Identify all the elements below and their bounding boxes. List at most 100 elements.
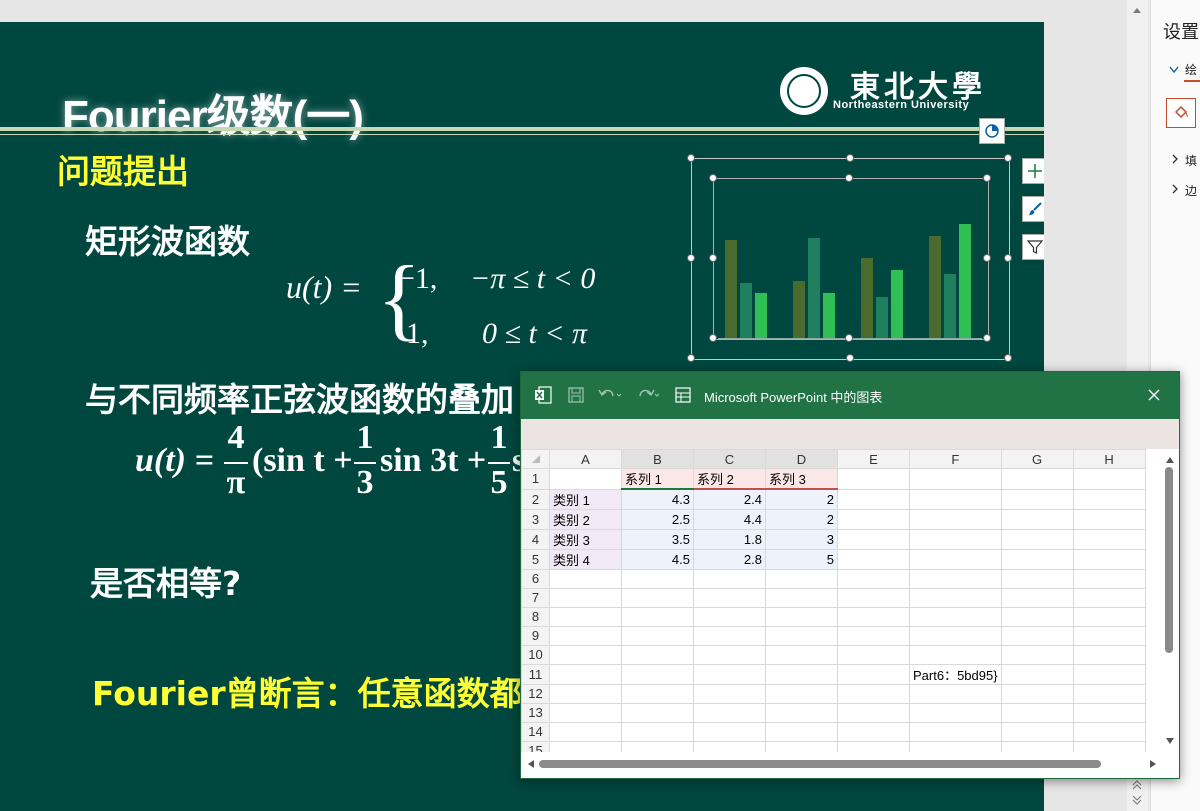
sheet-cell[interactable] — [693, 721, 766, 742]
column-header[interactable]: B — [621, 449, 694, 469]
sheet-cell[interactable] — [837, 548, 910, 570]
row-header[interactable]: 12 — [521, 683, 550, 704]
column-header[interactable]: F — [909, 449, 1002, 469]
sheet-cell[interactable] — [1072, 606, 1146, 627]
sheet-cell[interactable] — [1000, 488, 1074, 510]
sheet-cell[interactable] — [909, 644, 1002, 665]
sheet-cell[interactable]: 系列 2 — [693, 468, 766, 490]
sheet-cell[interactable]: 2 — [765, 488, 838, 510]
sheet-cell[interactable] — [621, 683, 694, 704]
sheet-cell[interactable] — [1000, 644, 1074, 665]
sheet-cell[interactable] — [1072, 508, 1146, 530]
scroll-right-icon[interactable] — [1149, 759, 1157, 769]
chart-bar[interactable] — [959, 224, 971, 338]
sheet-cell[interactable]: 1.8 — [693, 528, 766, 550]
sheet-cell[interactable] — [909, 606, 1002, 627]
sheet-cell[interactable] — [765, 625, 838, 646]
vertical-scrollbar[interactable] — [1161, 453, 1179, 748]
chevron-down-icon[interactable] — [1169, 66, 1179, 74]
sheet-cell[interactable] — [1000, 587, 1074, 608]
sheet-cell[interactable]: 2.4 — [693, 488, 766, 510]
sheet-cell[interactable] — [549, 702, 622, 723]
chart-elements-plus-icon[interactable] — [1022, 158, 1044, 184]
chart-bar[interactable] — [823, 293, 835, 338]
sheet-cell[interactable] — [1000, 721, 1074, 742]
sheet-cell[interactable] — [765, 587, 838, 608]
sheet-cell[interactable] — [1000, 683, 1074, 704]
sheet-cell[interactable]: 类别 1 — [549, 488, 622, 510]
horizontal-scrollbar[interactable] — [521, 752, 1179, 776]
fill-section[interactable]: 填 — [1185, 152, 1197, 169]
sheet-cell[interactable] — [621, 606, 694, 627]
sheet-cell[interactable] — [837, 468, 910, 490]
sheet-cell[interactable] — [909, 528, 1002, 550]
sheet-cell[interactable]: 类别 3 — [549, 528, 622, 550]
sheet-cell[interactable] — [621, 587, 694, 608]
sheet-cell[interactable] — [837, 587, 910, 608]
plot-handle-b[interactable] — [845, 334, 853, 342]
sheet-cell[interactable] — [621, 663, 694, 685]
sheet-cell[interactable] — [1000, 528, 1074, 550]
chart-bar[interactable] — [891, 270, 903, 338]
sheet-cell[interactable] — [837, 702, 910, 723]
plot-handle-tr[interactable] — [983, 174, 991, 182]
sheet-cell[interactable] — [693, 644, 766, 665]
sheet-cell[interactable] — [549, 644, 622, 665]
chart-bar[interactable] — [755, 293, 767, 338]
chevron-right-icon[interactable] — [1171, 154, 1179, 164]
sheet-cell[interactable]: 2.5 — [621, 508, 694, 530]
sheet-cell[interactable] — [621, 625, 694, 646]
chart-bar[interactable] — [725, 240, 737, 338]
sheet-cell[interactable] — [837, 568, 910, 589]
scroll-left-icon[interactable] — [527, 759, 535, 769]
plot-handle-tl[interactable] — [709, 174, 717, 182]
sheet-cell[interactable]: 系列 3 — [765, 468, 838, 490]
sheet-cell[interactable]: 4.4 — [693, 508, 766, 530]
sheet-cell[interactable] — [693, 587, 766, 608]
sheet-cell[interactable] — [837, 508, 910, 530]
sheet-cell[interactable] — [621, 568, 694, 589]
row-header[interactable]: 13 — [521, 702, 550, 723]
sheet-cell[interactable] — [837, 721, 910, 742]
sheet-cell[interactable] — [693, 568, 766, 589]
sheet-cell[interactable] — [549, 568, 622, 589]
sheet-cell[interactable] — [837, 625, 910, 646]
sheet-cell[interactable] — [1000, 568, 1074, 589]
plot-handle-t[interactable] — [845, 174, 853, 182]
sheet-cell[interactable]: 2 — [765, 508, 838, 530]
fill-line-icon[interactable] — [1166, 98, 1196, 128]
chart-data-titlebar[interactable]: Microsoft PowerPoint 中的图表 — [521, 372, 1179, 419]
plot-handle-bl[interactable] — [709, 334, 717, 342]
row-header[interactable]: 6 — [521, 568, 550, 589]
sheet-cell[interactable] — [1072, 528, 1146, 550]
sheet-cell[interactable] — [837, 488, 910, 510]
sheet-cell[interactable] — [1072, 548, 1146, 570]
sheet-cell[interactable] — [909, 683, 1002, 704]
sheet-cell[interactable] — [837, 528, 910, 550]
sheet-cell[interactable] — [765, 644, 838, 665]
scroll-up-icon[interactable] — [1165, 456, 1175, 464]
plot-handle-r[interactable] — [983, 254, 991, 262]
chart-bar[interactable] — [808, 238, 820, 338]
sheet-cell[interactable]: 4.3 — [621, 488, 694, 510]
sheet-cell[interactable] — [1000, 468, 1074, 490]
chart-data-window[interactable]: Microsoft PowerPoint 中的图表 A B C D E F G H 1 系列 1系… — [520, 371, 1180, 779]
sheet-cell[interactable] — [693, 625, 766, 646]
row-header[interactable]: 4 — [521, 528, 550, 550]
row-header[interactable]: 10 — [521, 644, 550, 665]
sheet-cell[interactable] — [1000, 548, 1074, 570]
sheet-cell[interactable] — [621, 702, 694, 723]
sheet-cell[interactable] — [837, 683, 910, 704]
sheet-cell[interactable] — [1072, 568, 1146, 589]
chart-bar[interactable] — [861, 258, 873, 338]
sheet-cell[interactable] — [549, 663, 622, 685]
save-icon[interactable] — [567, 386, 585, 408]
chart-layout-icon[interactable] — [979, 118, 1005, 144]
sheet-cell[interactable] — [1000, 702, 1074, 723]
sheet-cell[interactable] — [1072, 625, 1146, 646]
sheet-cell[interactable] — [1072, 644, 1146, 665]
undo-icon[interactable] — [597, 386, 623, 408]
sheet-cell[interactable] — [837, 663, 910, 685]
row-header[interactable]: 7 — [521, 587, 550, 608]
prev-slide-icon[interactable] — [1132, 780, 1142, 790]
